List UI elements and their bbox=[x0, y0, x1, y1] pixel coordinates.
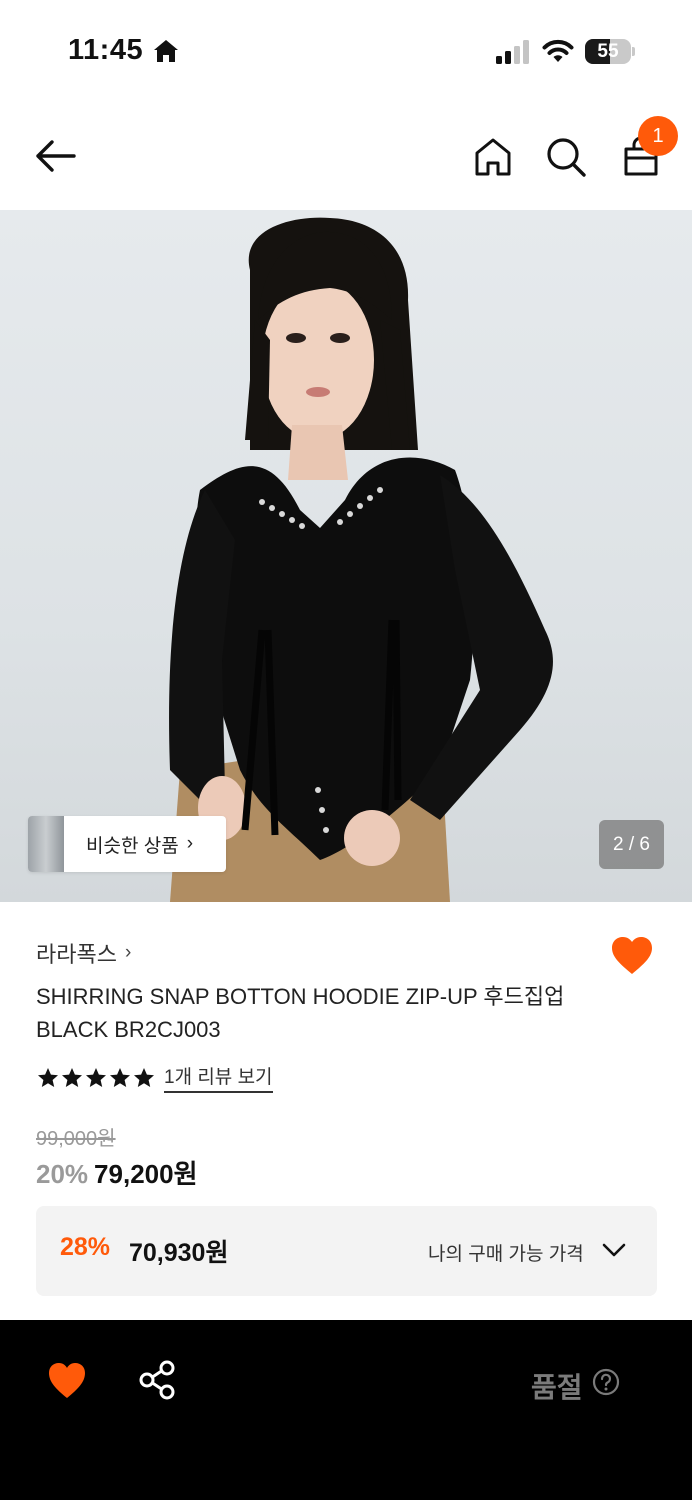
bottom-action-bar: 품절 bbox=[0, 1320, 692, 1500]
discount-rate: 20% bbox=[36, 1159, 89, 1189]
heart-icon[interactable] bbox=[47, 1362, 87, 1400]
battery-label: 55 bbox=[597, 41, 619, 62]
chevron-right-icon: › bbox=[124, 942, 132, 963]
star-icon bbox=[38, 1067, 58, 1087]
rating-row: 1개 리뷰 보기 bbox=[36, 1062, 273, 1093]
star-icon bbox=[86, 1067, 106, 1087]
top-nav-bar bbox=[0, 100, 692, 210]
star-icon bbox=[62, 1067, 82, 1087]
chevron-down-icon bbox=[602, 1243, 626, 1257]
back-button[interactable] bbox=[30, 136, 80, 176]
wishlist-heart-button[interactable] bbox=[610, 936, 654, 976]
product-title: SHIRRING SNAP BOTTON HOODIE ZIP-UP 후드집업 … bbox=[36, 984, 565, 1042]
similar-products-button[interactable]: 비슷한 상품 › bbox=[28, 816, 226, 872]
product-image-carousel[interactable] bbox=[0, 210, 692, 902]
rating-stars bbox=[36, 1066, 156, 1090]
sale-price: 79,200원 bbox=[94, 1159, 198, 1189]
image-counter: 2 / 6 bbox=[599, 820, 664, 869]
cart-count-badge[interactable]: 1 bbox=[638, 116, 678, 156]
star-icon bbox=[134, 1067, 154, 1087]
help-icon[interactable] bbox=[592, 1368, 620, 1396]
chevron-right-icon: › bbox=[186, 833, 194, 854]
home-status-icon bbox=[154, 40, 178, 62]
my-price: 70,930원 bbox=[129, 1239, 229, 1267]
brand-link[interactable]: 라라폭스 › bbox=[36, 937, 131, 969]
price-row: 20% 79,200원 bbox=[36, 1154, 198, 1191]
my-price-label: 나의 구매 가능 가격 bbox=[428, 1244, 584, 1265]
soldout-label: 품절 bbox=[531, 1372, 583, 1403]
my-discount-rate: 28% bbox=[60, 1233, 111, 1261]
search-button[interactable] bbox=[545, 136, 587, 178]
wifi-icon bbox=[542, 39, 574, 62]
brand-name: 라라폭스 bbox=[36, 942, 117, 967]
status-time: 11:45 bbox=[68, 34, 144, 66]
share-icon[interactable] bbox=[139, 1360, 177, 1400]
status-bar: 11:45 55 bbox=[0, 0, 692, 100]
original-price: 99,000원 bbox=[36, 1128, 116, 1150]
similar-products-label: 비슷한 상품 bbox=[86, 835, 179, 857]
star-icon bbox=[110, 1067, 130, 1087]
product-photo bbox=[169, 217, 553, 902]
signal-icon bbox=[496, 40, 529, 64]
my-price-dropdown[interactable]: 28% 70,930원 나의 구매 가능 가격 bbox=[36, 1206, 657, 1296]
battery-icon: 55 bbox=[585, 39, 635, 64]
similar-product-thumbnail bbox=[28, 816, 64, 872]
review-link[interactable]: 1개 리뷰 보기 bbox=[164, 1062, 273, 1093]
home-button[interactable] bbox=[472, 136, 514, 178]
